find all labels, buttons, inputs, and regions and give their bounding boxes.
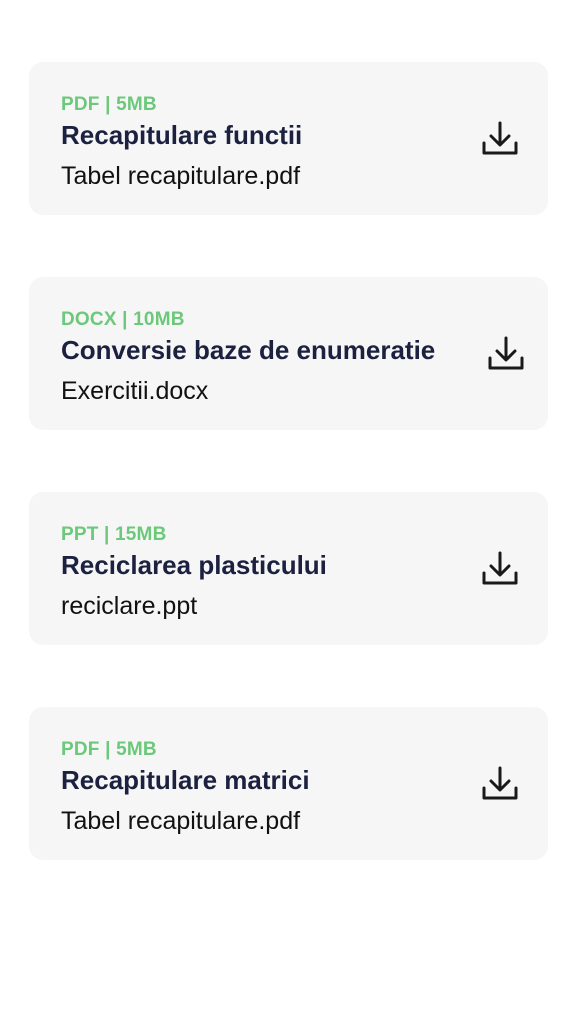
download-icon [482, 766, 518, 800]
file-meta: PDF | 5MB [61, 739, 157, 760]
file-list: PDF | 5MB Recapitulare functii Tabel rec… [29, 62, 548, 922]
file-name: reciclare.ppt [61, 592, 198, 620]
file-meta: PPT | 15MB [61, 524, 167, 545]
download-button[interactable] [478, 547, 522, 591]
download-icon [488, 336, 524, 370]
file-name: Tabel recapitulare.pdf [61, 162, 301, 190]
download-icon [482, 121, 518, 155]
download-button[interactable] [484, 332, 528, 376]
file-title: Recapitulare matrici [61, 765, 310, 795]
file-title: Conversie baze de enumeratie [61, 335, 436, 365]
download-icon [482, 551, 518, 585]
file-meta: DOCX | 10MB [61, 309, 185, 330]
file-name: Tabel recapitulare.pdf [61, 807, 301, 835]
file-meta: PDF | 5MB [61, 94, 157, 115]
file-card[interactable]: PDF | 5MB Recapitulare matrici Tabel rec… [29, 707, 548, 860]
file-card[interactable]: PDF | 5MB Recapitulare functii Tabel rec… [29, 62, 548, 215]
file-name: Exercitii.docx [61, 377, 209, 405]
download-button[interactable] [478, 117, 522, 161]
file-title: Reciclarea plasticului [61, 550, 327, 580]
file-title: Recapitulare functii [61, 120, 303, 150]
file-card[interactable]: DOCX | 10MB Conversie baze de enumeratie… [29, 277, 548, 430]
file-card[interactable]: PPT | 15MB Reciclarea plasticului recicl… [29, 492, 548, 645]
download-button[interactable] [478, 762, 522, 806]
